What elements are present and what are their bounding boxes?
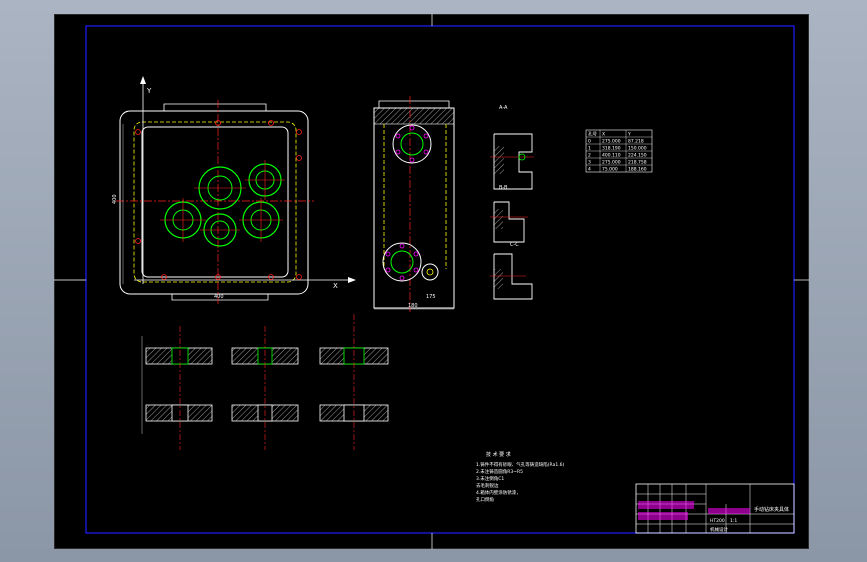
- title-block-highlight-3: [708, 508, 750, 514]
- drawing-canvas[interactable]: Y X 400 400 180 175 A-A B-B C-C 孔号 X Y0 …: [54, 14, 809, 549]
- section-label-cc: C-C: [510, 242, 519, 248]
- hole-table-cell: 87.218: [628, 139, 644, 145]
- section-cc: [490, 253, 533, 300]
- title-block-school: 机械设计: [710, 526, 728, 533]
- section-views[interactable]: A-A B-B C-C: [490, 105, 534, 300]
- side-flange-top: [392, 124, 432, 164]
- title-block-material: HT200: [710, 518, 725, 524]
- detail-section-1: [141, 326, 213, 450]
- notes-title: 技 术 要 求: [486, 451, 511, 458]
- hole-table-cell: 4: [588, 167, 591, 173]
- drawing-border: [85, 25, 795, 534]
- hole-table-header: Y: [627, 132, 631, 138]
- notes-line: 2.未注铸造圆角R3~R5: [476, 468, 523, 475]
- hole-coordinate-table: 孔号 X Y 0 275.000 87.218 1 318.190 150.000 2 400.11…: [585, 129, 653, 173]
- title-block-ratio: 1:1: [730, 518, 737, 524]
- section-label-aa: A-A: [499, 105, 508, 111]
- detail-section-3: [319, 314, 389, 450]
- x-axis-arrow: [348, 277, 356, 283]
- technical-notes: 技 术 要 求 1.铸件不得有砂眼、气孔等铸造缺陷(Ra1.6)2.未注铸造圆角…: [476, 451, 564, 503]
- plate-hidden-edge: [133, 121, 297, 283]
- hole-table-cell: 275.000: [602, 160, 621, 166]
- notes-line: 孔口倒角: [476, 496, 494, 503]
- hole-table-cell: 400.110: [602, 153, 621, 159]
- hole-table-cell: 75.000: [602, 167, 618, 173]
- notes-line: 1.铸件不得有砂眼、气孔等铸造缺陷(Ra1.6): [476, 461, 564, 468]
- detail-sections[interactable]: [141, 314, 389, 450]
- hole-table-cell: 275.000: [602, 139, 621, 145]
- hole-3: [160, 198, 206, 242]
- x-axis-label: X: [333, 282, 338, 290]
- side-dim-bottom: 180: [408, 303, 418, 309]
- hole-4: [200, 213, 240, 247]
- section-bb: [490, 201, 528, 243]
- dim-bottom: 400: [214, 294, 224, 300]
- plate-pocket: [141, 126, 289, 278]
- y-axis-arrow: [140, 76, 146, 84]
- cad-viewport[interactable]: Y X 400 400 180 175 A-A B-B C-C 孔号 X Y 0…: [54, 14, 809, 549]
- hole-table-cell: 218.758: [628, 160, 647, 166]
- hole-table-cell: 150.000: [628, 146, 647, 152]
- section-label-bb: B-B: [499, 185, 508, 191]
- notes-line: 4.箱体内壁涂防锈漆，: [476, 489, 521, 496]
- hole-table-cell: 0: [588, 139, 591, 145]
- hole-2: [245, 160, 285, 200]
- side-flange-bottom: [382, 242, 439, 282]
- main-view[interactable]: Y X 400 400: [112, 76, 356, 304]
- plate-top-lip: [163, 103, 267, 111]
- detail-section-2: [231, 326, 299, 450]
- hole-5: [239, 198, 283, 242]
- notes-line: 去毛刺锐边: [476, 482, 499, 489]
- hole-table-cell: 3: [588, 160, 591, 166]
- hole-table-cell: 224.150: [628, 153, 647, 159]
- hole-table-header: 孔号: [588, 131, 597, 138]
- title-block-name: 手动钻床夹具体: [754, 506, 789, 513]
- side-top-section: [373, 107, 455, 125]
- side-view[interactable]: 180 175: [373, 96, 455, 312]
- hole-table-cell: 1: [588, 146, 591, 152]
- section-aa: [490, 133, 534, 190]
- hole-table-cell: 2: [588, 153, 591, 159]
- title-block[interactable]: 手动钻床夹具体 HT200 1:1 机械设计: [635, 483, 795, 534]
- hole-table-cell: 188.160: [628, 167, 647, 173]
- title-block-highlight-2: [638, 512, 688, 520]
- dim-left: 400: [112, 194, 118, 204]
- title-block-highlight-1: [638, 501, 694, 509]
- side-top-lip: [378, 100, 450, 108]
- y-axis-label: Y: [146, 87, 152, 95]
- hole-1: [194, 166, 246, 210]
- plate-outline: [119, 110, 309, 295]
- notes-line: 3.未注倒角C1: [476, 475, 504, 482]
- side-dim-right: 175: [426, 294, 436, 300]
- hole-table-cell: 318.190: [602, 146, 621, 152]
- hole-table-header: X: [602, 132, 605, 138]
- side-outline: [373, 107, 455, 309]
